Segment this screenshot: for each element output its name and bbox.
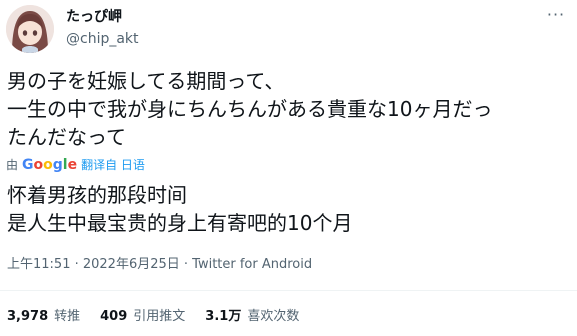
- quote-tweets-stat[interactable]: 409 引用推文: [100, 308, 185, 325]
- engagement-stats: 3,978 转推 409 引用推文 3.1万 喜欢次数: [7, 308, 299, 325]
- translated-text-line: 是人生中最宝贵的身上有寄吧的10个月: [7, 211, 353, 235]
- retweets-count: 3,978: [7, 309, 49, 324]
- translated-from-link[interactable]: 翻译自 日语: [81, 157, 145, 173]
- retweets-label: 转推: [54, 309, 81, 324]
- tweet-text-line: たんだなって: [7, 125, 126, 149]
- translated-by-label: 由: [6, 158, 19, 172]
- google-logo: Google: [22, 157, 78, 173]
- tweet-text-line: 一生の中で我が身にちんちんがある貴重な10ヶ月だっ: [7, 97, 493, 121]
- translated-text: 怀着男孩的那段时间 是人生中最宝贵的身上有寄吧的10个月: [7, 181, 567, 237]
- tweet-timestamp-source[interactable]: 上午11:51 · 2022年6月25日 · Twitter for Andro…: [7, 256, 312, 273]
- quote-tweets-label: 引用推文: [133, 309, 186, 324]
- tweet-text-line: 男の子を妊娠してる期間って、: [7, 69, 285, 93]
- likes-label: 喜欢次数: [247, 309, 300, 324]
- likes-stat[interactable]: 3.1万 喜欢次数: [205, 308, 299, 325]
- more-options-button[interactable]: ···: [541, 4, 571, 24]
- more-icon: ···: [546, 4, 566, 24]
- retweets-stat[interactable]: 3,978 转推: [7, 308, 80, 325]
- tweet-text: 男の子を妊娠してる期間って、 一生の中で我が身にちんちんがある貴重な10ヶ月だっ…: [7, 67, 567, 151]
- quote-tweets-count: 409: [100, 309, 128, 324]
- divider: [0, 290, 577, 291]
- anime-girl-avatar-icon: [6, 5, 54, 53]
- author-handle[interactable]: @chip_akt: [66, 30, 139, 48]
- translated-text-line: 怀着男孩的那段时间: [7, 183, 187, 207]
- author-display-name[interactable]: たっぴ岬: [66, 8, 122, 26]
- likes-count: 3.1万: [205, 309, 242, 324]
- translation-attribution: 由 Google 翻译自 日语: [6, 157, 145, 173]
- author-avatar[interactable]: [6, 5, 54, 53]
